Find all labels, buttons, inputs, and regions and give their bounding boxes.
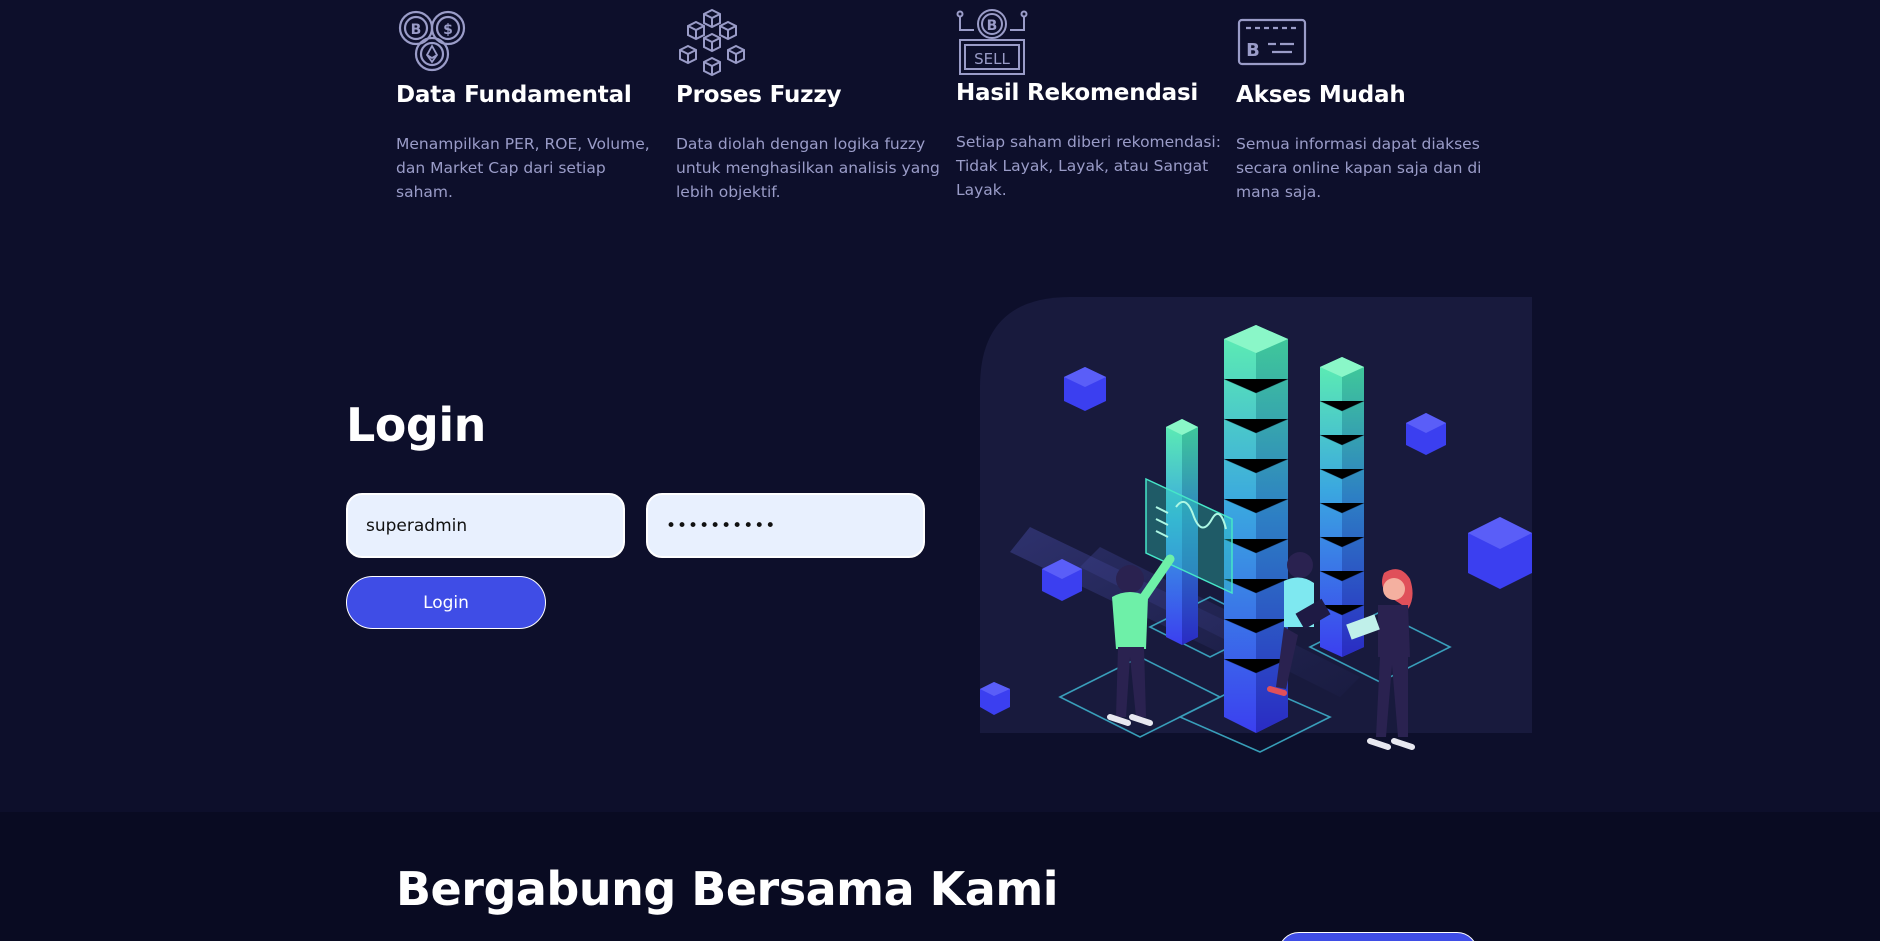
feature-akses-mudah: B Akses Mudah Semua informasi dapat diak… bbox=[1236, 8, 1501, 204]
feature-description: Semua informasi dapat diakses secara onl… bbox=[1236, 135, 1482, 201]
join-section: Bergabung Bersama Kami bbox=[0, 812, 1880, 941]
username-input[interactable] bbox=[346, 493, 625, 558]
feature-proses-fuzzy: Proses Fuzzy Data diolah dengan logika f… bbox=[676, 8, 941, 204]
blockchain-cubes-icon bbox=[679, 8, 745, 77]
feature-description: Setiap saham diberi rekomendasi: Tidak L… bbox=[956, 133, 1221, 199]
svg-text:B: B bbox=[987, 18, 998, 34]
page: B $ Data Fundamental Menampilkan PER, RO… bbox=[0, 0, 1880, 941]
feature-title: Data Fundamental bbox=[396, 82, 632, 108]
feature-data-fundamental: B $ Data Fundamental Menampilkan PER, RO… bbox=[396, 8, 661, 204]
bitcoin-sell-sign-icon: B SELL bbox=[956, 9, 1028, 75]
join-button[interactable] bbox=[1278, 932, 1478, 941]
feature-title: Akses Mudah bbox=[1236, 82, 1406, 108]
feature-description: Menampilkan PER, ROE, Volume, dan Market… bbox=[396, 135, 650, 201]
data-towers-illustration bbox=[980, 297, 1532, 753]
join-title: Bergabung Bersama Kami bbox=[396, 862, 1059, 916]
svg-text:$: $ bbox=[443, 22, 453, 38]
svg-text:B: B bbox=[411, 22, 422, 38]
svg-text:B: B bbox=[1246, 40, 1260, 61]
feature-title: Proses Fuzzy bbox=[676, 82, 842, 108]
password-input[interactable] bbox=[646, 493, 925, 558]
features-section: B $ Data Fundamental Menampilkan PER, RO… bbox=[396, 8, 1516, 208]
crypto-coins-icon: B $ bbox=[398, 10, 466, 72]
feature-description: Data diolah dengan logika fuzzy untuk me… bbox=[676, 135, 940, 201]
login-button[interactable]: Login bbox=[346, 576, 546, 629]
feature-hasil-rekomendasi: B SELL Hasil Rekomendasi Setiap saham di… bbox=[956, 8, 1221, 202]
svg-text:SELL: SELL bbox=[974, 50, 1010, 68]
feature-title: Hasil Rekomendasi bbox=[956, 80, 1199, 106]
bitcoin-card-icon: B bbox=[1237, 18, 1307, 66]
login-title: Login bbox=[346, 398, 486, 452]
